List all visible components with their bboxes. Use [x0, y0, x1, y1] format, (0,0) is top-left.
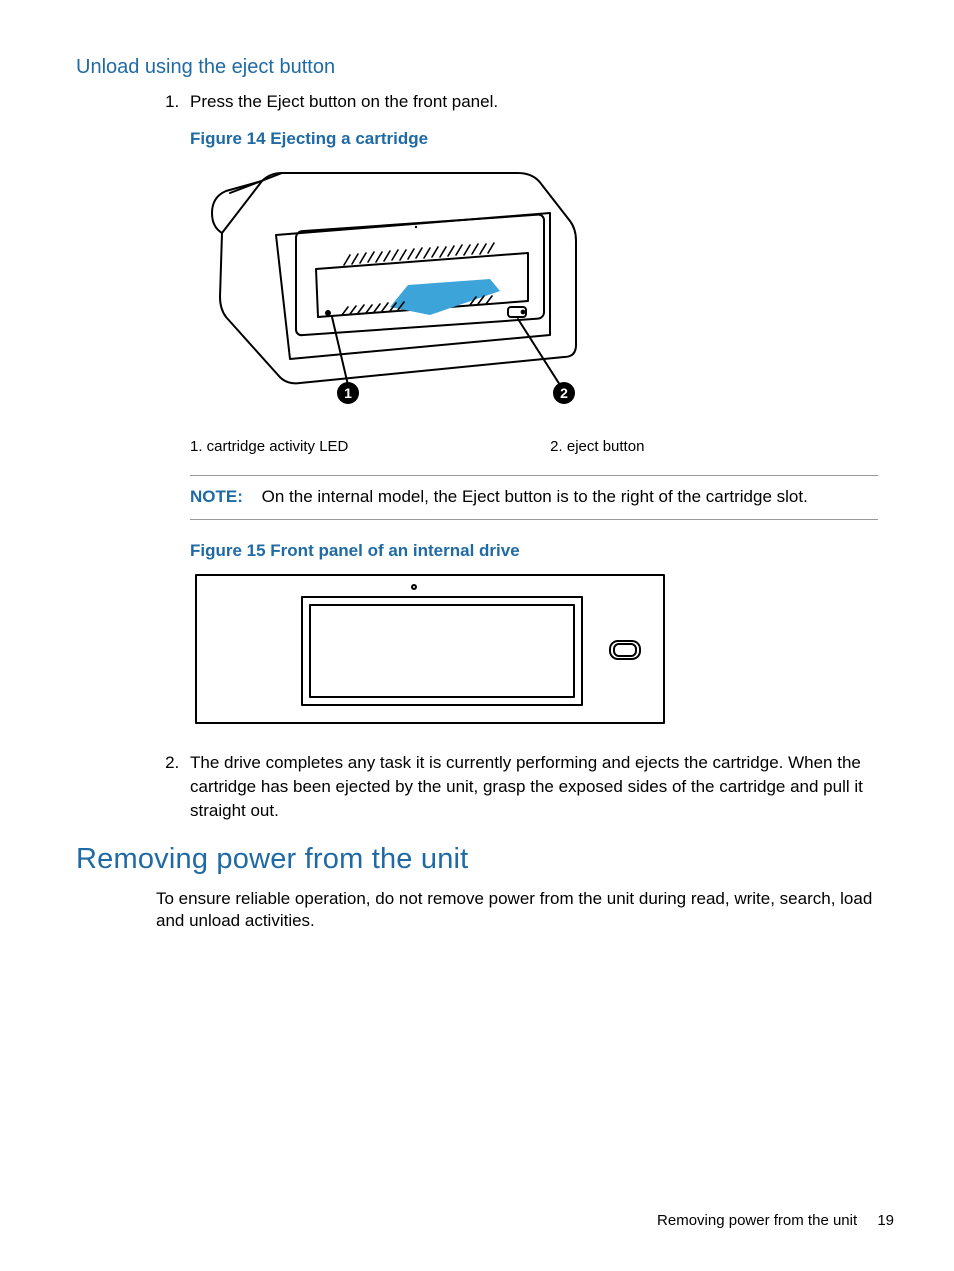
page: Unload using the eject button Press the … [0, 0, 954, 1271]
footer-page-number: 19 [877, 1212, 894, 1229]
figure15-caption: Figure 15 Front panel of an internal dri… [190, 540, 894, 563]
figure14-illustration: 1 2 [190, 157, 590, 417]
figure14-caption: Figure 14 Ejecting a cartridge [190, 128, 894, 151]
figure14-callouts: 1. cartridge activity LED 2. eject butto… [190, 437, 878, 457]
footer-label: Removing power from the unit [657, 1212, 857, 1229]
heading-removing-power: Removing power from the unit [76, 840, 894, 879]
subheading-unload: Unload using the eject button [76, 54, 894, 81]
svg-text:2: 2 [560, 385, 568, 401]
figure15-illustration [190, 569, 670, 729]
step-2: The drive completes any task it is curre… [184, 751, 894, 822]
step-1-text: Press the Eject button on the front pane… [190, 92, 498, 111]
steps-list: Press the Eject button on the front pane… [144, 91, 894, 822]
svg-text:1: 1 [344, 385, 352, 401]
removing-power-para: To ensure reliable operation, do not rem… [156, 888, 894, 934]
figure14-callout-2: 2. eject button [550, 438, 644, 455]
step-1: Press the Eject button on the front pane… [184, 91, 894, 729]
step-2-text: The drive completes any task it is curre… [190, 753, 863, 820]
note-block: NOTE: On the internal model, the Eject b… [190, 475, 878, 520]
page-footer: Removing power from the unit 19 [657, 1211, 894, 1231]
figure14-callout-1: 1. cartridge activity LED [190, 437, 546, 457]
note-label: NOTE: [190, 487, 243, 506]
note-text: On the internal model, the Eject button … [262, 487, 808, 506]
